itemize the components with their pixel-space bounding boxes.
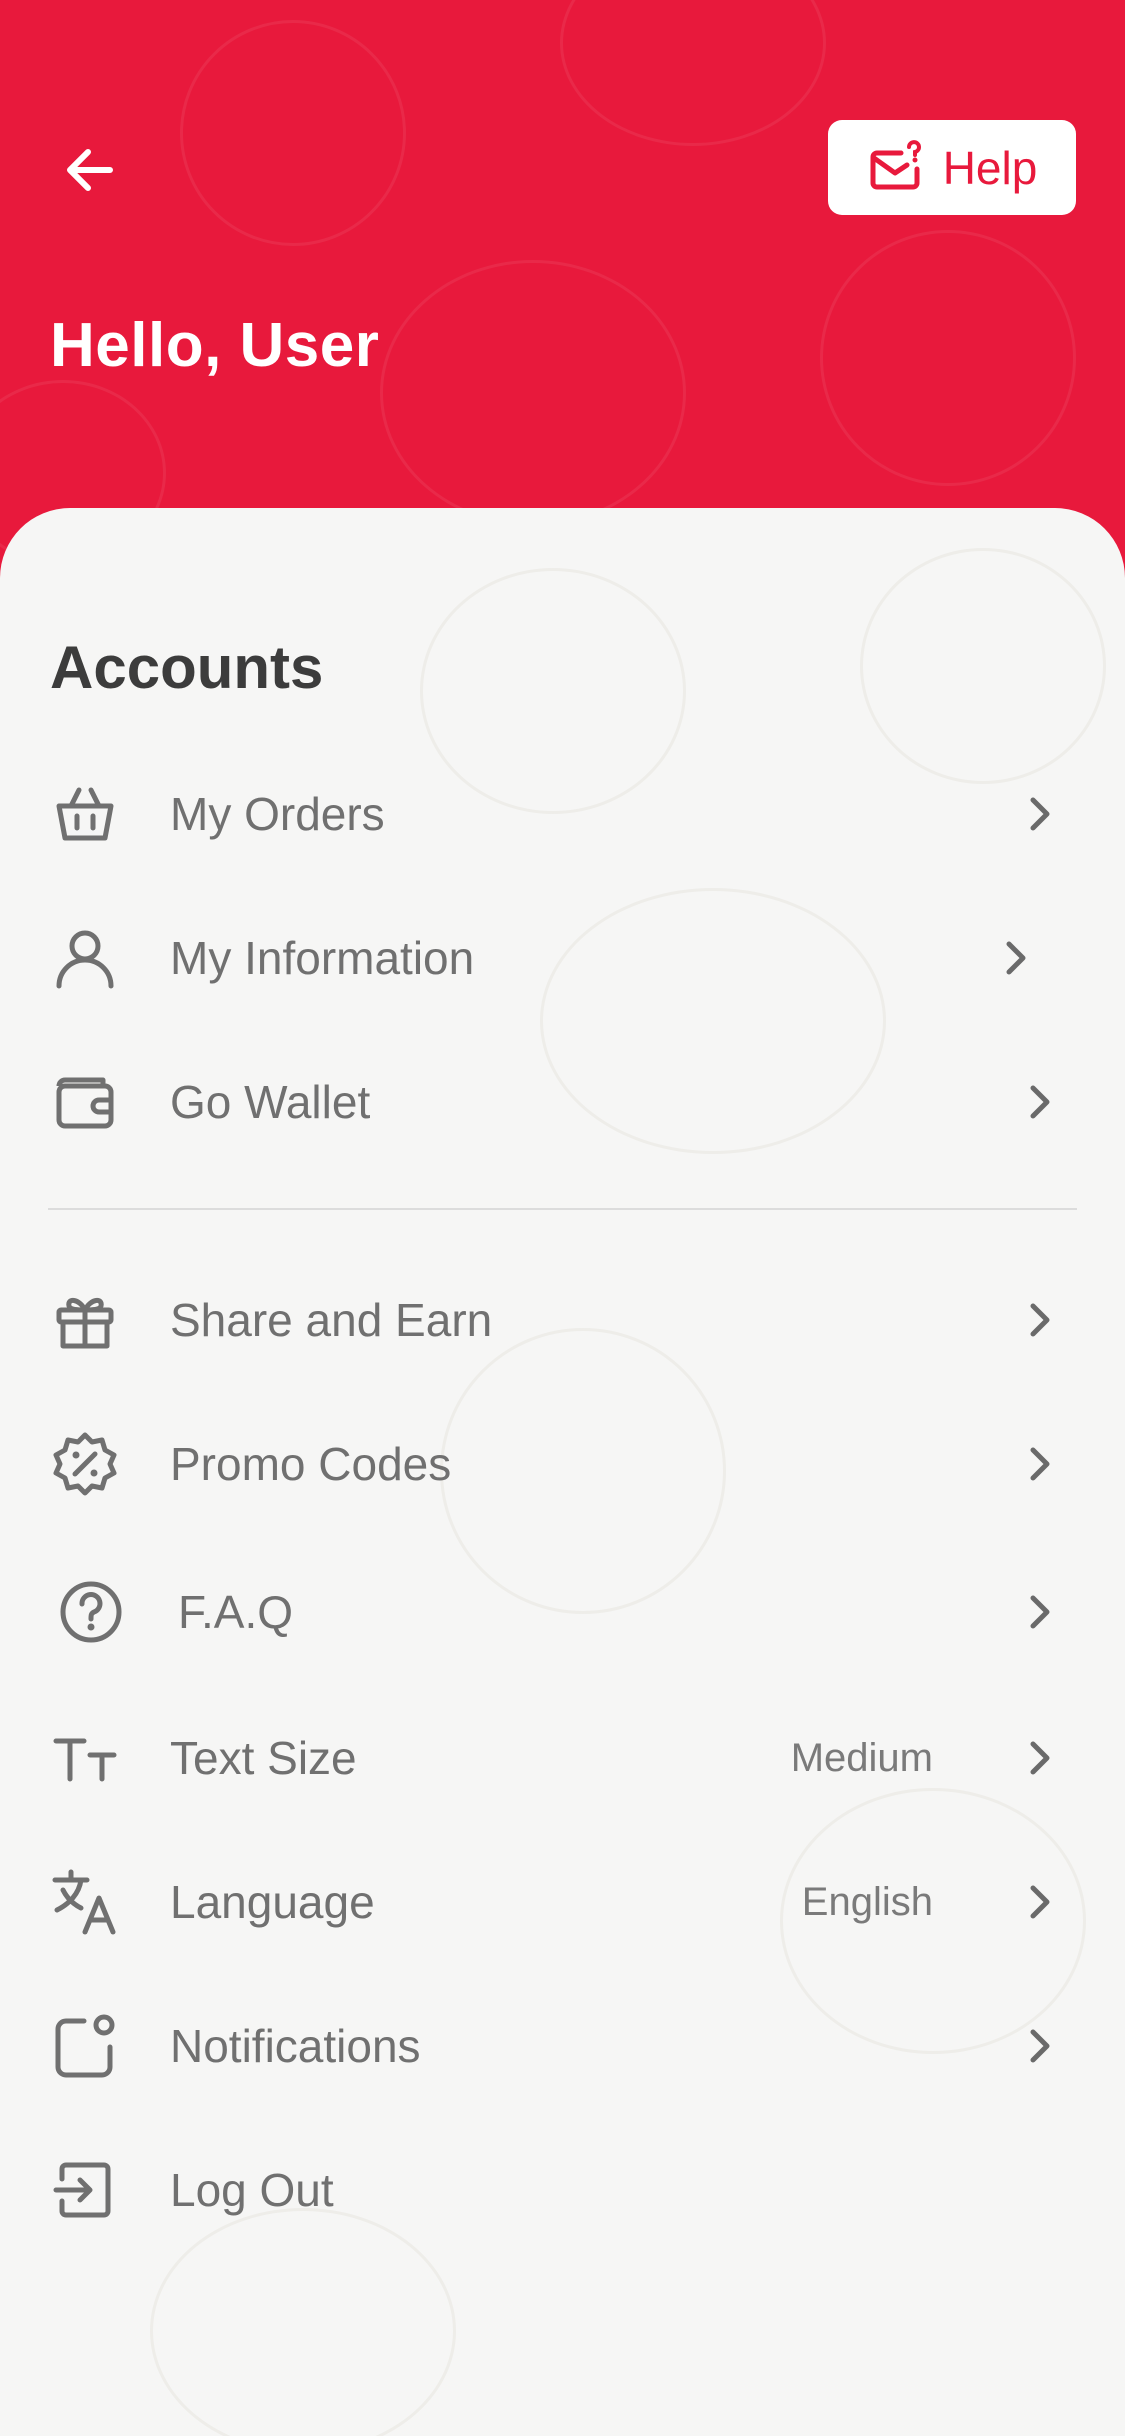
translate-icon (50, 1867, 120, 1937)
menu-label: Language (170, 1876, 375, 1928)
menu-label: F.A.Q (178, 1586, 294, 1638)
chevron-right-icon (996, 938, 1036, 978)
menu-label: Notifications (170, 2020, 421, 2072)
mail-question-icon (870, 139, 921, 189)
wallet-icon (50, 1067, 120, 1137)
menu-item-share-and-earn[interactable]: Share and Earn (0, 1260, 1125, 1380)
notification-icon (50, 2011, 120, 2081)
help-label: Help (942, 141, 1038, 194)
menu-item-language[interactable]: Language English (0, 1842, 1125, 1962)
background-doodle (820, 230, 1076, 486)
menu-label: My Orders (170, 788, 385, 840)
chevron-right-icon (1020, 1300, 1060, 1340)
menu-item-text-size[interactable]: Text Size Medium (0, 1698, 1125, 1818)
menu-label: My Information (170, 932, 475, 984)
chevron-right-icon (1020, 1082, 1060, 1122)
gift-icon (50, 1285, 120, 1355)
menu-item-promo-codes[interactable]: Promo Codes (0, 1404, 1125, 1524)
background-doodle (560, 0, 826, 146)
greeting-text: Hello, User (50, 311, 380, 380)
chevron-right-icon (1020, 1592, 1060, 1632)
text-size-value: Medium (790, 1735, 933, 1780)
section-title-accounts: Accounts (50, 634, 324, 701)
menu-item-notifications[interactable]: Notifications (0, 1986, 1125, 2106)
menu-label: Share and Earn (170, 1294, 493, 1346)
language-value: English (801, 1879, 933, 1924)
profile-header: Help Hello, User (0, 0, 1125, 560)
background-doodle (180, 20, 406, 246)
logout-icon (50, 2155, 120, 2225)
back-button[interactable] (50, 130, 130, 210)
chevron-right-icon (1020, 1738, 1060, 1778)
menu-label: Promo Codes (170, 1438, 452, 1490)
basket-icon (50, 779, 120, 849)
chevron-right-icon (1020, 2026, 1060, 2066)
section-divider (48, 1208, 1077, 1210)
menu-item-go-wallet[interactable]: Go Wallet (0, 1042, 1125, 1162)
menu-label: Log Out (170, 2164, 334, 2216)
help-button[interactable]: Help (828, 120, 1076, 215)
menu-label: Go Wallet (170, 1076, 371, 1128)
chevron-right-icon (1020, 794, 1060, 834)
menu-label: Text Size (170, 1732, 357, 1784)
menu-item-log-out[interactable]: Log Out (0, 2130, 1125, 2250)
arrow-left-icon (67, 149, 113, 191)
question-circle-icon (56, 1577, 126, 1647)
user-icon (50, 923, 120, 993)
discount-badge-icon (50, 1429, 120, 1499)
menu-item-my-orders[interactable]: My Orders (0, 754, 1125, 874)
background-doodle (860, 548, 1106, 784)
chevron-right-icon (1020, 1444, 1060, 1484)
text-size-icon (50, 1723, 120, 1793)
chevron-right-icon (1020, 1882, 1060, 1922)
menu-item-faq[interactable]: F.A.Q (0, 1552, 1125, 1672)
background-doodle (380, 260, 686, 526)
account-menu-sheet: Accounts My Orders My Information Go Wal… (0, 508, 1125, 2436)
menu-item-my-information[interactable]: My Information (0, 898, 1125, 1018)
